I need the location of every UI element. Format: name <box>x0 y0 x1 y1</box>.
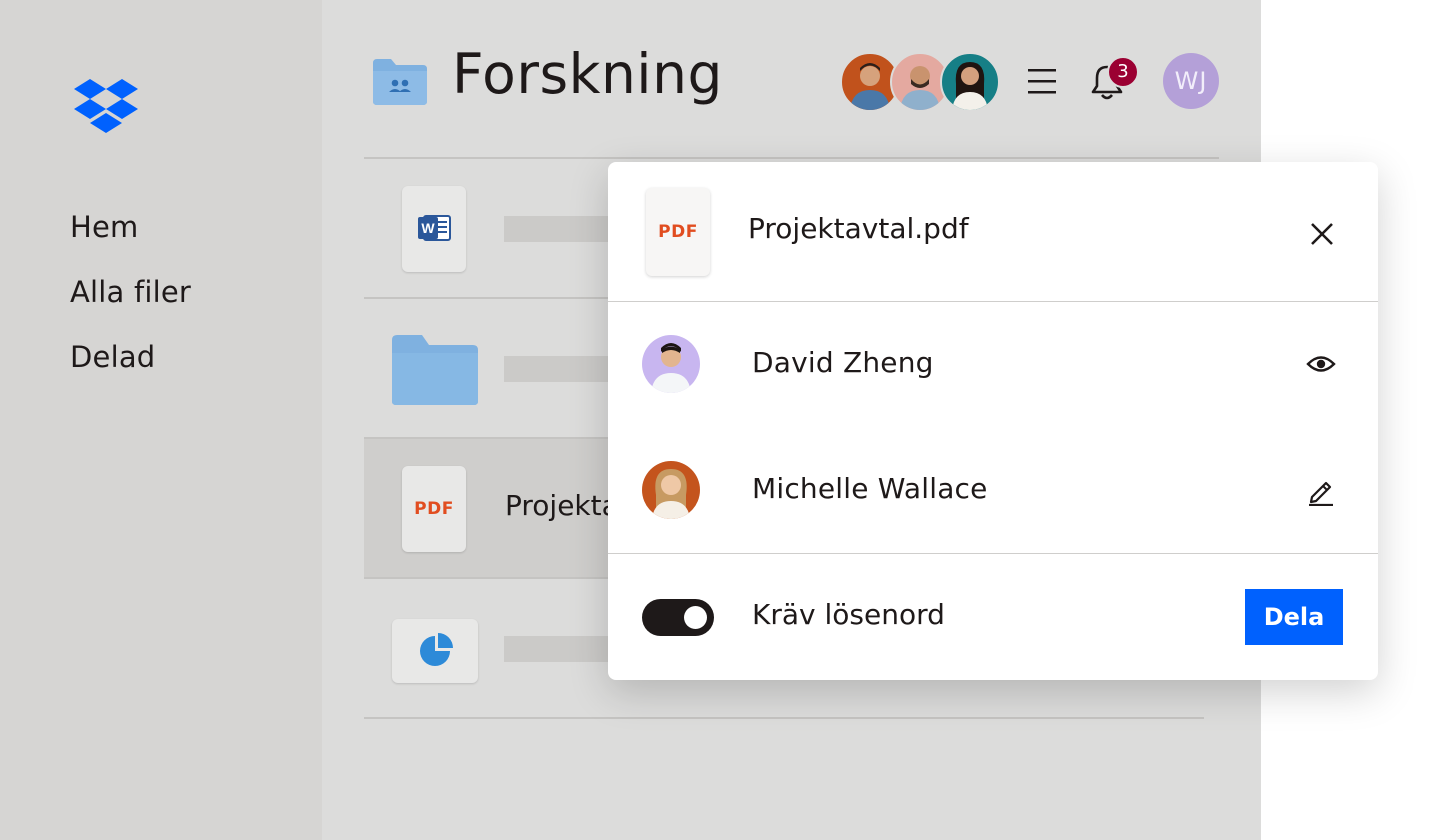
divider <box>608 301 1378 302</box>
eye-icon[interactable] <box>1306 351 1336 381</box>
menu-icon[interactable] <box>1028 67 1058 95</box>
pie-chart-icon <box>392 619 478 683</box>
pencil-icon[interactable] <box>1306 476 1336 510</box>
member-avatar[interactable] <box>940 52 1000 112</box>
person-name: David Zheng <box>752 346 934 379</box>
folder-icon <box>392 335 478 409</box>
pdf-label: PDF <box>414 499 454 519</box>
notification-badge: 3 <box>1107 56 1139 88</box>
share-button[interactable]: Dela <box>1245 589 1343 645</box>
close-icon[interactable] <box>1308 220 1336 248</box>
sidebar: Hem Alla filer Delad <box>0 0 322 840</box>
person-avatar-michelle-wallace <box>642 461 700 519</box>
word-doc-icon: W <box>402 186 466 272</box>
page-title: Forskning <box>452 42 723 106</box>
file-name: Projekta <box>505 489 619 522</box>
password-toggle-label: Kräv lösenord <box>752 598 945 631</box>
sidebar-item-delad[interactable]: Delad <box>70 340 155 374</box>
person-avatar-david-zheng <box>642 335 700 393</box>
sidebar-item-hem[interactable]: Hem <box>70 210 139 244</box>
divider <box>608 553 1378 554</box>
pdf-icon: PDF <box>402 466 466 552</box>
member-avatars[interactable] <box>840 52 1000 112</box>
divider <box>364 717 1204 719</box>
sidebar-item-alla-filer[interactable]: Alla filer <box>70 275 191 309</box>
user-avatar[interactable]: WJ <box>1163 53 1219 109</box>
pdf-icon: PDF <box>646 188 710 276</box>
dropbox-logo-icon[interactable] <box>74 79 138 137</box>
toggle-knob <box>684 606 707 629</box>
dialog-file-name: Projektavtal.pdf <box>748 212 969 245</box>
person-name: Michelle Wallace <box>752 472 988 505</box>
password-toggle[interactable] <box>642 599 714 636</box>
share-dialog: PDF Projektavtal.pdf David Zheng Michell… <box>608 162 1378 680</box>
shared-folder-icon <box>373 59 427 109</box>
pdf-label: PDF <box>658 222 698 242</box>
svg-text:W: W <box>421 220 435 236</box>
